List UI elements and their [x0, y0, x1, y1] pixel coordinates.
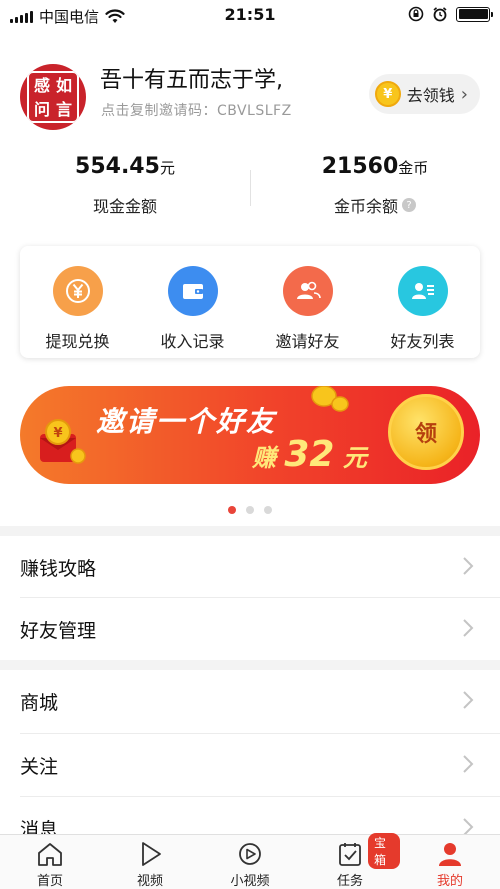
collect-coin-button[interactable]: 领 [388, 394, 464, 470]
avatar-char: 感 [33, 76, 50, 95]
rotation-lock-icon [408, 6, 424, 22]
banner-earn-prefix: 赚 [252, 444, 276, 472]
play-icon [142, 842, 161, 866]
section-gap [0, 660, 500, 670]
avatar-char: 如 [55, 76, 72, 95]
banner-reward: 赚 32 元 [252, 434, 367, 475]
tab-label: 首页 [36, 874, 63, 889]
invite-banner[interactable]: ¥ 邀请一个好友 赚 32 元 领 [20, 386, 480, 484]
action-label: 邀请好友 [275, 332, 340, 351]
action-income-records[interactable]: 收入记录 [135, 246, 250, 358]
section-gap [0, 526, 500, 536]
username: 吾十有五而志于学, [100, 68, 283, 93]
carousel-indicator [0, 506, 500, 514]
avatar-char: 问 [33, 100, 50, 119]
coin-label-row: 金币余额 ? [250, 193, 500, 217]
tab-small-video[interactable]: 小视频 [200, 835, 300, 889]
action-label: 提现兑换 [45, 332, 110, 351]
chevron-right-icon [463, 619, 474, 637]
yuan-coin-icon: ¥ [374, 81, 401, 107]
action-friend-list[interactable]: 好友列表 [365, 246, 480, 358]
collect-label: 领 [414, 422, 437, 447]
coin-unit: 金币 [398, 159, 429, 177]
banner-earn-unit: 元 [342, 444, 367, 472]
chevron-right-icon: › [460, 83, 468, 105]
tab-label: 小视频 [230, 874, 270, 889]
tab-tasks[interactable]: 任务 宝箱 [300, 833, 400, 889]
battery-icon [456, 6, 493, 22]
invite-code[interactable]: 点击复制邀请码：CBVLSLFZ [101, 100, 292, 120]
treasure-badge: 宝箱 [368, 833, 400, 869]
cash-unit: 元 [159, 159, 175, 177]
action-label: 收入记录 [160, 332, 225, 351]
gold-coins-icon [311, 386, 349, 412]
coin-amount-row: 21560金币 [250, 154, 500, 179]
coin-stat[interactable]: 21560金币 金币余额 ? [250, 154, 500, 217]
banner-earn-amount: 32 [284, 434, 335, 475]
action-label: 好友列表 [390, 332, 455, 351]
action-withdraw[interactable]: 提现兑换 [20, 246, 135, 358]
tab-label: 我的 [436, 874, 463, 889]
menu-item-earning-guide[interactable]: 赚钱攻略 [0, 536, 500, 598]
get-money-button[interactable]: ¥ 去领钱 › [368, 74, 480, 114]
chevron-right-icon [463, 557, 474, 575]
tab-label: 任务 [336, 874, 363, 889]
avatar[interactable]: 感 如 问 言 [20, 64, 86, 130]
menu-item-friend-management[interactable]: 好友管理 [0, 598, 500, 660]
status-right [408, 6, 493, 22]
chevron-right-icon [463, 755, 474, 773]
tab-home[interactable]: 首页 [0, 835, 100, 889]
cash-label: 现金金额 [92, 197, 157, 216]
cash-amount-row: 554.45元 [0, 154, 250, 179]
cash-stat[interactable]: 554.45元 现金金额 [0, 154, 250, 217]
people-icon [282, 266, 333, 316]
menu-item-label: 赚钱攻略 [20, 557, 97, 580]
carousel-dot-active[interactable] [228, 506, 236, 514]
cash-value: 554.45 [75, 154, 160, 179]
menu-item-label: 好友管理 [20, 619, 97, 642]
avatar-char: 言 [55, 100, 72, 119]
avatar-seal: 感 如 问 言 [27, 71, 79, 123]
bottom-tab-bar: 首页 视频 小视频 任务 宝箱 我的 [0, 833, 500, 889]
tab-label: 视频 [136, 874, 163, 889]
cash-label-row: 现金金额 [0, 193, 250, 217]
alarm-icon [433, 7, 447, 22]
menu-item-follow[interactable]: 关注 [0, 734, 500, 796]
contact-list-icon [397, 266, 448, 316]
carousel-dot[interactable] [264, 506, 272, 514]
profile-header: 感 如 问 言 吾十有五而志于学, 点击复制邀请码：CBVLSLFZ ¥ 去领钱… [0, 56, 500, 136]
home-icon [38, 843, 62, 866]
menu-item-mall[interactable]: 商城 [0, 670, 500, 732]
profile-icon [439, 843, 461, 866]
carousel-dot[interactable] [246, 506, 254, 514]
svg-text:¥: ¥ [53, 426, 62, 441]
balance-stats: 554.45元 现金金额 21560金币 金币余额 ? [0, 150, 500, 230]
action-invite-friends[interactable]: 邀请好友 [250, 246, 365, 358]
chevron-right-icon [463, 691, 474, 709]
menu-item-label: 关注 [20, 755, 59, 778]
small-video-icon [239, 843, 261, 865]
banner-title: 邀请一个好友 [96, 405, 277, 438]
wallet-icon [167, 266, 218, 316]
get-money-label: 去领钱 [406, 86, 455, 105]
coin-value: 21560 [321, 154, 399, 179]
red-envelope-coins-icon: ¥ [40, 419, 86, 464]
yuan-exchange-icon [52, 266, 103, 316]
quick-actions-card: 提现兑换 收入记录 邀请好友 好友列表 [20, 246, 480, 358]
help-icon[interactable]: ? [402, 198, 416, 212]
coin-label: 金币余额 [333, 197, 398, 216]
tab-mine[interactable]: 我的 [400, 835, 500, 889]
task-icon [339, 843, 361, 866]
menu-item-label: 商城 [20, 691, 59, 714]
tab-video[interactable]: 视频 [100, 835, 200, 889]
status-bar: 中国电信 21:51 [0, 0, 500, 30]
